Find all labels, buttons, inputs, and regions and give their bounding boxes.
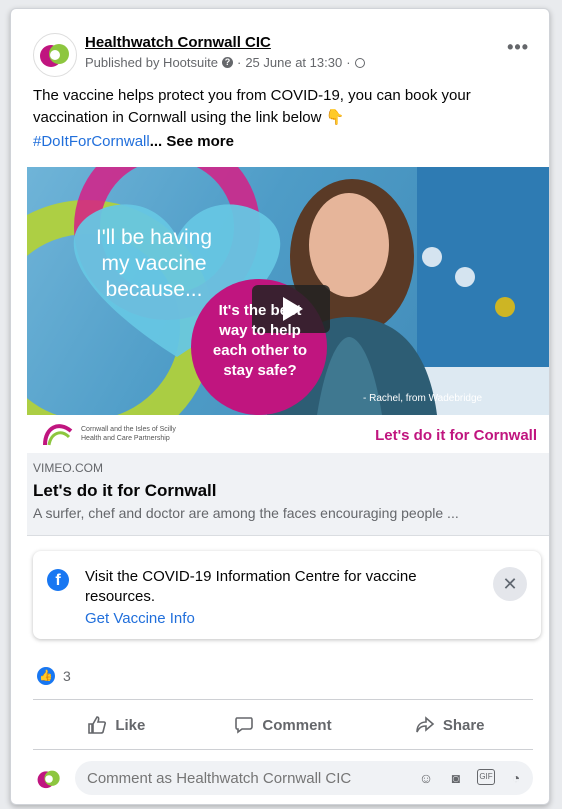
gif-icon[interactable]: GIF: [477, 769, 495, 785]
commenter-avatar: [33, 763, 65, 795]
comment-icon: [235, 717, 254, 734]
post-header: Healthwatch Cornwall CIC Published by Ho…: [33, 33, 533, 77]
page-name-link[interactable]: Healthwatch Cornwall CIC: [85, 34, 271, 51]
comment-button[interactable]: Comment: [200, 707, 367, 743]
see-more-link[interactable]: See more: [166, 133, 234, 150]
share-label: Share: [442, 716, 485, 734]
covid-info-box: f Visit the COVID-19 Information Centre …: [33, 551, 541, 639]
see-more-ellipsis: ...: [149, 133, 167, 150]
emoji-icon[interactable]: ☺: [417, 769, 435, 787]
post-date[interactable]: 25 June at 13:30: [245, 55, 342, 70]
page-avatar[interactable]: [33, 33, 77, 77]
video-thumbnail[interactable]: I'll be having my vaccine because... It'…: [27, 167, 549, 415]
hashtag-link[interactable]: #DoItForCornwall: [33, 133, 150, 150]
action-bar: Like Comment Share: [33, 707, 533, 743]
divider: [33, 699, 533, 700]
like-label: Like: [115, 716, 146, 734]
facebook-icon: f: [47, 569, 69, 591]
reaction-count: 3: [63, 668, 71, 684]
post-text: The vaccine helps protect you from COVID…: [33, 87, 471, 126]
close-icon[interactable]: ✕: [493, 567, 527, 601]
comment-tools: ☺ ◙ GIF ◔: [417, 769, 525, 787]
get-vaccine-info-link[interactable]: Get Vaccine Info: [85, 610, 195, 627]
separator: ·: [346, 55, 351, 70]
partner-text: Cornwall and the Isles of Scilly Health …: [81, 426, 176, 442]
post-meta: Published by Hootsuite ? · 25 June at 13…: [85, 55, 365, 70]
slogan: Let's do it for Cornwall: [375, 427, 537, 444]
video-caption: - Rachel, from Wadebridge: [363, 393, 483, 404]
share-button[interactable]: Share: [366, 707, 533, 743]
divider: [33, 749, 533, 750]
partnership-logo: [43, 424, 73, 446]
hashtag-line: #DoItForCornwall... See more: [33, 133, 234, 150]
link-domain: VIMEO.COM: [33, 461, 104, 475]
like-button[interactable]: Like: [33, 707, 200, 743]
reactions-summary[interactable]: 👍 3: [37, 667, 71, 685]
quote-text: It's the best way to help each other to …: [212, 302, 308, 379]
globe-icon: [354, 57, 365, 68]
brand-strip: Cornwall and the Isles of Scilly Health …: [27, 415, 549, 453]
more-options-button[interactable]: •••: [507, 37, 529, 58]
camera-icon[interactable]: ◙: [447, 769, 465, 787]
comment-row: ☺ ◙ GIF ◔: [33, 761, 533, 797]
info-text: Visit the COVID-19 Information Centre fo…: [85, 568, 417, 605]
comment-label: Comment: [262, 716, 332, 734]
like-icon: [88, 716, 107, 734]
separator: ·: [236, 55, 242, 70]
link-preview[interactable]: VIMEO.COM Let's do it for Cornwall A sur…: [27, 453, 549, 536]
published-by: Published by Hootsuite: [85, 55, 218, 70]
thumbs-up-icon: 👍: [37, 667, 55, 685]
link-description: A surfer, chef and doctor are among the …: [33, 505, 459, 521]
sticker-icon[interactable]: ◔: [507, 769, 525, 787]
heart-text: I'll be having my vaccine because...: [95, 226, 213, 301]
info-icon[interactable]: ?: [221, 57, 233, 68]
link-title[interactable]: Let's do it for Cornwall: [33, 481, 217, 501]
share-icon: [416, 716, 435, 733]
post-card: Healthwatch Cornwall CIC Published by Ho…: [10, 8, 550, 805]
